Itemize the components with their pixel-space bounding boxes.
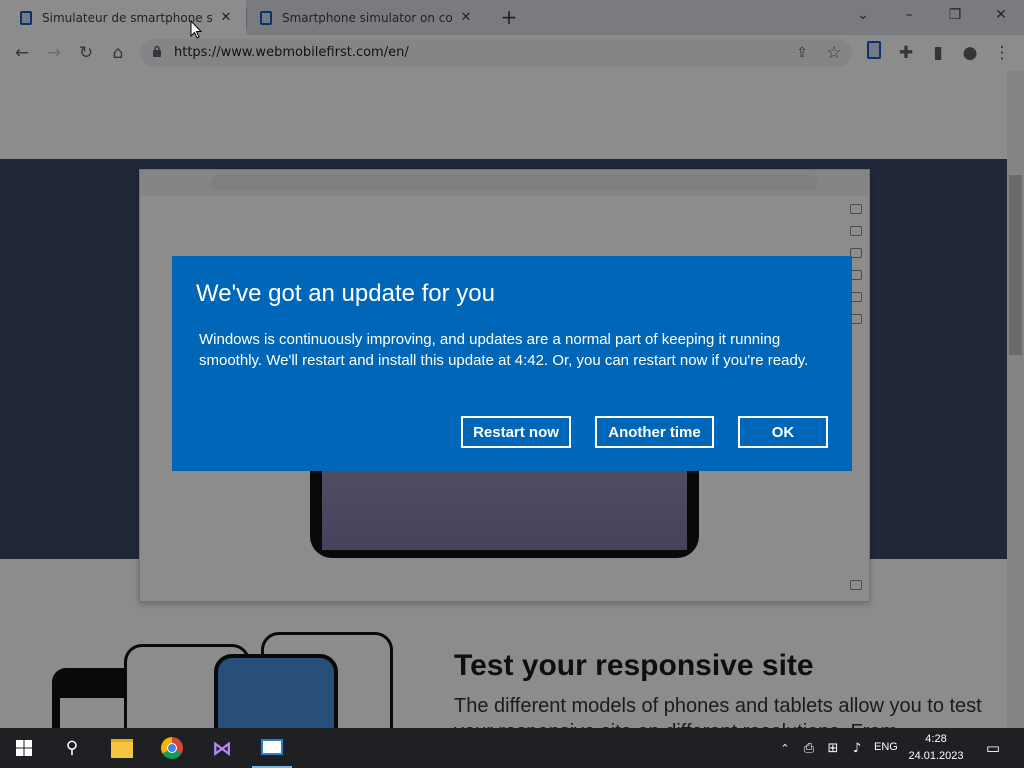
dialog-title: We've got an update for you bbox=[196, 280, 496, 307]
volume-icon[interactable]: ♪ bbox=[846, 728, 868, 768]
ok-button[interactable]: OK bbox=[738, 416, 828, 448]
windows-logo-icon bbox=[16, 740, 32, 756]
app-window-icon[interactable] bbox=[252, 728, 292, 768]
another-time-button[interactable]: Another time bbox=[595, 416, 714, 448]
notification-center-icon[interactable]: ▭ bbox=[978, 728, 1008, 768]
network-icon[interactable]: ⊞ bbox=[822, 728, 844, 768]
show-hidden-icons-chevron-icon[interactable]: ⌃ bbox=[776, 728, 794, 768]
search-icon[interactable]: ⚲ bbox=[52, 728, 92, 768]
clock[interactable]: 4:28 24.01.2023 bbox=[908, 731, 964, 765]
mouse-cursor-icon bbox=[190, 20, 202, 39]
input-language[interactable]: ENG bbox=[874, 741, 898, 753]
clock-time: 4:28 bbox=[925, 733, 947, 745]
restart-now-button[interactable]: Restart now bbox=[461, 416, 571, 448]
clock-date: 24.01.2023 bbox=[908, 750, 964, 762]
visual-studio-icon[interactable]: ⋈ bbox=[202, 728, 242, 768]
chrome-icon[interactable] bbox=[152, 728, 192, 768]
start-button[interactable] bbox=[4, 728, 44, 768]
file-explorer-icon[interactable] bbox=[102, 728, 142, 768]
dialog-message: Windows is continuously improving, and u… bbox=[199, 331, 809, 369]
update-dialog: We've got an update for you Windows is c… bbox=[172, 256, 852, 471]
sync-status-icon[interactable]: ⎙ bbox=[798, 728, 820, 768]
